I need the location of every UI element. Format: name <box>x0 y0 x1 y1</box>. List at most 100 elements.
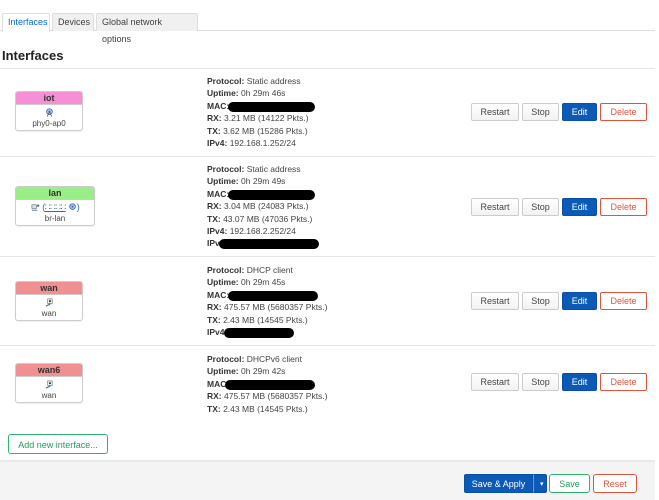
add-new-interface-button[interactable]: Add new interface... <box>8 434 108 454</box>
stop-button[interactable]: Stop <box>522 103 559 121</box>
delete-button[interactable]: Delete <box>600 103 647 121</box>
device-name: phy0-ap0 <box>32 119 66 128</box>
interface-badge[interactable]: wan wan <box>15 281 83 321</box>
interface-row-lan: lan (∷∷∷∷ ) br-lan Protocol: Static addr… <box>0 157 655 257</box>
mac-label: MAC <box>207 378 227 389</box>
ipv4-value: 192.168.1.252/24 <box>229 138 296 149</box>
interface-name: iot <box>16 92 82 105</box>
stop-button[interactable]: Stop <box>522 198 559 216</box>
protocol-label: Protocol: <box>207 265 245 275</box>
stop-button[interactable]: Stop <box>522 292 559 310</box>
mac-label: MAC: <box>207 188 230 199</box>
tab-devices[interactable]: Devices <box>52 13 94 31</box>
bridge-icon <box>31 204 40 211</box>
edit-button[interactable]: Edit <box>562 103 597 121</box>
protocol-value: Static address <box>246 164 301 174</box>
tx-value: 3.62 MB (15286 Pkts.) <box>223 125 308 136</box>
mac-label: MAC: <box>207 289 230 300</box>
uptime-label: Uptime: <box>207 176 239 187</box>
device-name: wan <box>41 391 57 400</box>
mac-redaction <box>225 379 316 390</box>
save-button[interactable]: Save <box>549 474 590 493</box>
edit-button[interactable]: Edit <box>562 373 597 391</box>
protocol-value: Static address <box>246 76 301 86</box>
ipv4-value: 192.168.2.252/24 <box>229 226 296 237</box>
edit-button[interactable]: Edit <box>562 198 597 216</box>
save-and-apply-button[interactable]: Save & Apply <box>464 474 533 493</box>
device-name: br-lan <box>44 214 66 223</box>
row-actions: Restart Stop Edit Delete <box>471 292 647 310</box>
ethernet-port-icon <box>45 380 52 389</box>
restart-button[interactable]: Restart <box>471 198 519 216</box>
uptime-value: 0h 29m 42s <box>241 366 286 377</box>
mac-redaction <box>228 290 319 301</box>
restart-button[interactable]: Restart <box>471 292 519 310</box>
mac-redaction <box>228 101 316 112</box>
save-apply-dropdown-toggle[interactable]: ▾ <box>533 474 547 493</box>
uptime-value: 0h 29m 45s <box>241 277 286 288</box>
tx-label: TX: <box>207 314 221 325</box>
rx-label: RX: <box>207 302 222 313</box>
edit-button[interactable]: Edit <box>562 292 597 310</box>
ipv4-label: IPv4 <box>207 327 225 338</box>
interface-status: Protocol: DHCP client Uptime: 0h 29m 45s… <box>207 264 328 338</box>
interface-name: wan <box>16 282 82 295</box>
ethernet-port-icons: ∷∷∷∷ <box>44 202 66 212</box>
ipv6-label: IPv <box>207 238 220 249</box>
bridge-members: (∷∷∷∷ ) <box>42 202 80 212</box>
uptime-label: Uptime: <box>207 366 239 377</box>
interface-name: wan6 <box>16 364 82 377</box>
interface-status: Protocol: Static address Uptime: 0h 29m … <box>207 163 319 250</box>
mac-redaction <box>228 189 316 200</box>
rx-label: RX: <box>207 113 222 124</box>
footer-action-bar: Save & Apply ▾ Save Reset <box>0 460 655 500</box>
delete-button[interactable]: Delete <box>600 292 647 310</box>
rx-value: 3.04 MB (24083 Pkts.) <box>224 201 309 212</box>
protocol-value: DHCPv6 client <box>246 354 302 364</box>
mac-label: MAC: <box>207 100 230 111</box>
interface-status: Protocol: DHCPv6 client Uptime: 0h 29m 4… <box>207 353 328 415</box>
interface-row-wan6: wan6 wan Protocol: DHCPv6 client Uptime:… <box>0 346 655 423</box>
protocol-value: DHCP client <box>246 265 293 275</box>
delete-button[interactable]: Delete <box>600 373 647 391</box>
tx-value: 2.43 MB (14545 Pkts.) <box>223 314 308 325</box>
interface-row-wan: wan wan Protocol: DHCP client Uptime: 0h… <box>0 257 655 346</box>
section-title: Interfaces <box>2 48 64 63</box>
interface-row-iot: iot phy0-ap0 Protocol: Static address Up… <box>0 69 655 157</box>
rx-label: RX: <box>207 201 222 212</box>
uptime-label: Uptime: <box>207 88 239 99</box>
interface-badge[interactable]: wan6 wan <box>15 363 83 403</box>
wifi-icon <box>68 203 76 210</box>
row-actions: Restart Stop Edit Delete <box>471 198 647 216</box>
ipv6-redaction <box>218 239 319 250</box>
stop-button[interactable]: Stop <box>522 373 559 391</box>
tx-value: 2.43 MB (14545 Pkts.) <box>223 403 308 414</box>
delete-button[interactable]: Delete <box>600 198 647 216</box>
uptime-value: 0h 29m 46s <box>241 88 286 99</box>
tab-bar: Interfaces Devices Global network option… <box>0 13 655 44</box>
rx-value: 475.57 MB (5680357 Pkts.) <box>224 391 328 402</box>
device-name: wan <box>41 309 57 318</box>
reset-button[interactable]: Reset <box>593 474 637 493</box>
restart-button[interactable]: Restart <box>471 373 519 391</box>
uptime-value: 0h 29m 49s <box>241 176 286 187</box>
interface-badge[interactable]: iot phy0-ap0 <box>15 91 83 131</box>
rx-label: RX: <box>207 391 222 402</box>
rx-value: 475.57 MB (5680357 Pkts.) <box>224 302 328 313</box>
protocol-label: Protocol: <box>207 354 245 364</box>
tab-interfaces[interactable]: Interfaces <box>2 13 50 32</box>
wifi-icon <box>45 108 53 117</box>
interface-badge[interactable]: lan (∷∷∷∷ ) br-lan <box>15 186 95 226</box>
restart-button[interactable]: Restart <box>471 103 519 121</box>
tx-label: TX: <box>207 125 221 136</box>
rx-value: 3.21 MB (14122 Pkts.) <box>224 113 309 124</box>
tx-label: TX: <box>207 213 221 224</box>
tab-global-network-options[interactable]: Global network options <box>96 13 198 44</box>
tx-label: TX: <box>207 403 221 414</box>
tx-value: 43.07 MB (47036 Pkts.) <box>223 213 313 224</box>
ipv4-label: IPv4: <box>207 138 228 149</box>
ethernet-port-icon <box>45 298 52 307</box>
ipv4-redaction <box>223 327 294 338</box>
interface-name: lan <box>16 187 94 200</box>
interface-status: Protocol: Static address Uptime: 0h 29m … <box>207 75 316 149</box>
